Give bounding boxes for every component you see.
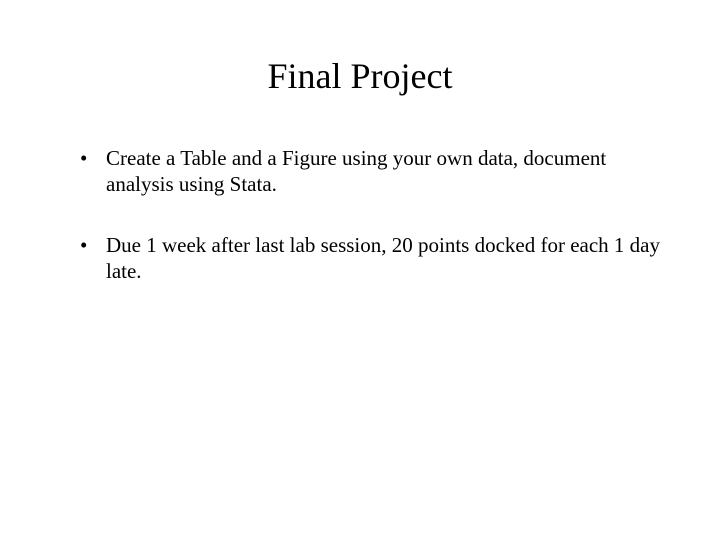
slide-title: Final Project	[60, 55, 660, 97]
bullet-list: Create a Table and a Figure using your o…	[60, 145, 660, 284]
list-item: Create a Table and a Figure using your o…	[88, 145, 660, 198]
list-item: Due 1 week after last lab session, 20 po…	[88, 232, 660, 285]
slide: Final Project Create a Table and a Figur…	[0, 0, 720, 540]
